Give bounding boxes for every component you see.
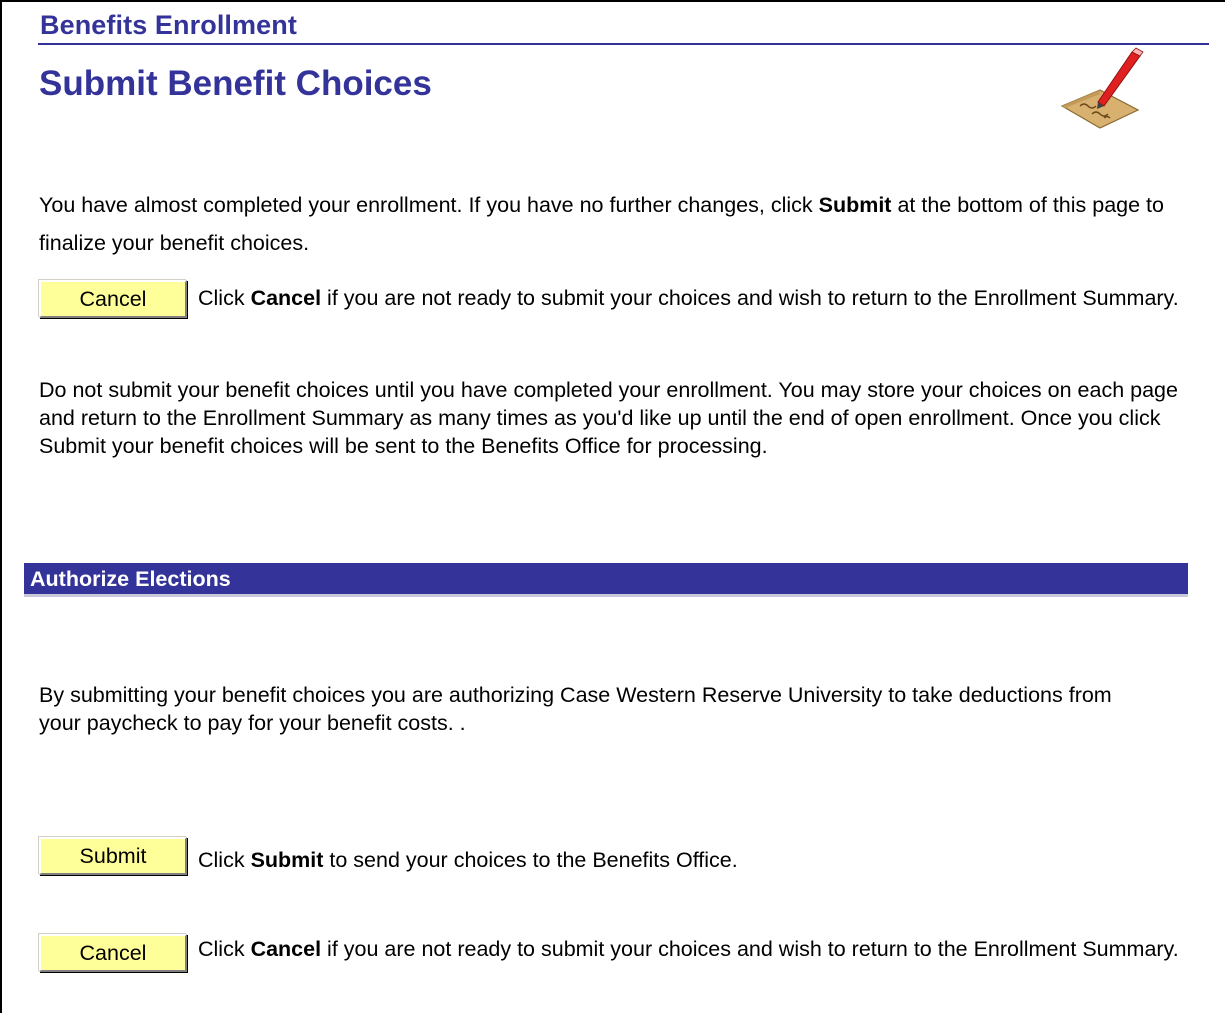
cancel-button-top[interactable]: Cancel (39, 280, 187, 318)
sign-document-icon (1060, 47, 1144, 129)
submit-button[interactable]: Submit (39, 837, 187, 875)
cancel-description-top: Click Cancel if you are not ready to sub… (198, 286, 1179, 310)
submit-description: Click Submit to send your choices to the… (198, 848, 738, 872)
breadcrumb-divider (38, 43, 1209, 45)
section-title: Authorize Elections (30, 567, 231, 591)
authorize-text: By submitting your benefit choices you a… (39, 683, 1112, 735)
intro-text: You have almost completed your enrollmen… (39, 193, 1164, 255)
cancel-description-bottom: Click Cancel if you are not ready to sub… (198, 937, 1179, 961)
warning-text: Do not submit your benefit choices until… (39, 378, 1178, 458)
cancel-button-bottom[interactable]: Cancel (39, 934, 187, 972)
section-header-authorize: Authorize Elections (24, 563, 1188, 597)
breadcrumb: Benefits Enrollment (40, 10, 297, 40)
page-title: Submit Benefit Choices (39, 64, 432, 103)
